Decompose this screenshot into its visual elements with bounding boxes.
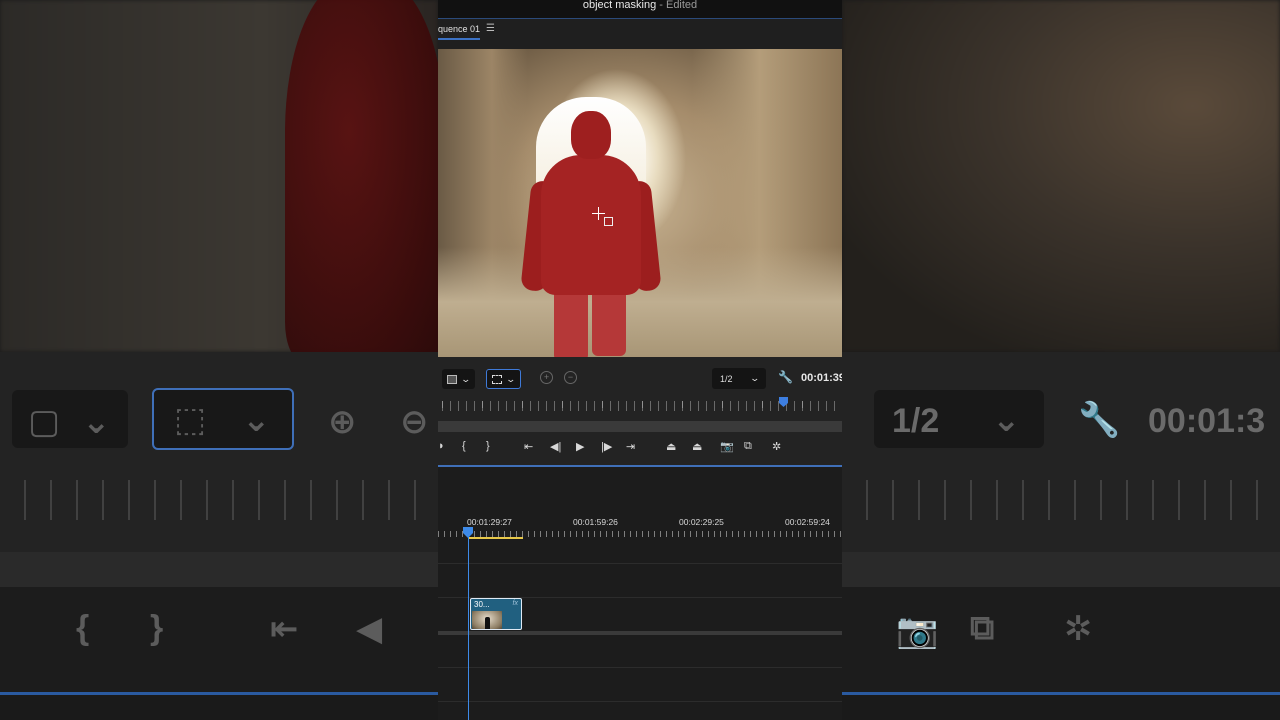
background-transport-left: { } ⇤ ◀ xyxy=(0,587,438,692)
step-back-button[interactable]: ◀| xyxy=(550,440,561,453)
window-title: object masking xyxy=(582,0,657,11)
background-mark-in-icon: { xyxy=(76,609,90,647)
background-scrub-left xyxy=(0,552,438,587)
background-square-icon: ▢ xyxy=(28,403,61,441)
mark-out-button[interactable]: } xyxy=(486,440,490,452)
remove-point-icon[interactable]: − xyxy=(564,371,577,384)
wrench-icon[interactable]: 🔧 xyxy=(778,370,793,384)
monitor-tab-row: quence 01 ☰ xyxy=(438,19,842,49)
background-toolbar-right: 1/2 ⌄ 🔧 00:01:3 xyxy=(842,352,1280,552)
mark-in-button[interactable]: { xyxy=(462,440,466,452)
background-chevron-icon-2: ⌄ xyxy=(242,401,271,439)
chevron-down-icon: ⌄ xyxy=(505,373,517,384)
background-person-left xyxy=(285,0,438,360)
background-wrench-icon: 🔧 xyxy=(1078,401,1121,439)
settings-icon[interactable]: ✲ xyxy=(772,440,781,453)
background-add-point-icon: ⊕ xyxy=(328,403,357,441)
chevron-down-icon: ⌄ xyxy=(460,373,472,384)
background-dashed-square-icon: ⬚ xyxy=(174,401,207,439)
transport-controls: ◗ { } ⇤ ◀| ▶ |▶ ⇥ ⏏ ⏏ 📷 ⧉ ✲ xyxy=(438,437,842,459)
masked-person[interactable] xyxy=(520,111,662,357)
rectangle-selection-icon xyxy=(492,374,502,384)
clip-thumbnail xyxy=(472,611,502,629)
background-compare-icon: ⧉ xyxy=(970,609,995,647)
timecode-label: 00:02:29:25 xyxy=(679,517,724,527)
program-monitor[interactable] xyxy=(438,49,842,357)
video-clip[interactable]: 30... fx xyxy=(470,598,522,630)
background-go-to-in-icon: ⇤ xyxy=(270,610,299,648)
background-ruler-left xyxy=(0,480,438,520)
background-transport-right: 📷 ⧉ ✲ xyxy=(842,587,1280,692)
window-status: - Edited xyxy=(656,0,698,11)
go-to-out-button[interactable]: ⇥ xyxy=(626,440,635,453)
mask-view-dropdown[interactable]: ⌄ xyxy=(442,369,475,389)
person-leg-left xyxy=(554,286,588,357)
background-scrub-right xyxy=(842,552,1280,587)
person-head xyxy=(571,111,611,159)
premiere-panel: object masking - Edited quence 01 ☰ ⌄ ⌄ … xyxy=(438,0,842,720)
go-to-in-button[interactable]: ⇤ xyxy=(524,440,533,453)
track-divider[interactable] xyxy=(438,631,842,635)
background-resolution-text: 1/2 xyxy=(892,402,940,440)
background-chevron-icon: ⌄ xyxy=(82,403,111,441)
tab-sequence[interactable]: quence 01 xyxy=(438,24,481,40)
track-separator xyxy=(438,667,842,668)
marker-icon[interactable]: ◗ xyxy=(438,440,445,452)
timeline-playhead-line xyxy=(468,537,469,720)
background-chevron-icon-3: ⌄ xyxy=(992,401,1021,439)
monitor-scrub-bar[interactable] xyxy=(438,421,842,432)
in-out-range xyxy=(469,537,523,539)
compare-icon[interactable]: ⧉ xyxy=(744,440,752,453)
background-timecode-text: 00:01:3 xyxy=(1148,402,1266,440)
track-separator xyxy=(438,701,842,702)
timeline-timecodes: 00:01:29:27 00:01:59:26 00:02:29:25 00:0… xyxy=(438,517,842,529)
background-blue-line-left xyxy=(0,692,438,695)
background-blue-line-right xyxy=(842,692,1280,695)
panel-menu-icon[interactable]: ☰ xyxy=(486,23,495,34)
selection-cursor-icon xyxy=(592,207,614,229)
video-frame xyxy=(438,49,842,357)
background-camera-icon: 📷 xyxy=(896,612,939,650)
title-bar: object masking - Edited xyxy=(438,0,842,19)
lift-icon[interactable]: ⏏ xyxy=(666,440,676,453)
background-ruler-right xyxy=(842,480,1280,520)
background-step-back-icon: ◀ xyxy=(356,610,383,648)
add-point-icon[interactable]: + xyxy=(540,371,553,384)
fx-badge: fx xyxy=(512,600,518,607)
play-button[interactable]: ▶ xyxy=(576,440,584,453)
playhead-timecode[interactable]: 00:01:39 xyxy=(801,372,842,384)
camera-icon[interactable]: 📷 xyxy=(720,440,734,453)
track-separator xyxy=(438,563,842,564)
timecode-label: 00:01:29:27 xyxy=(467,517,512,527)
clip-name: 30... xyxy=(474,600,490,609)
timecode-label: 00:02:59:24 xyxy=(785,517,830,527)
resolution-value: 1/2 xyxy=(720,374,733,384)
resolution-dropdown[interactable]: 1/2 ⌄ xyxy=(712,368,766,389)
chevron-down-icon: ⌄ xyxy=(749,373,761,383)
timecode-label: 00:01:59:26 xyxy=(573,517,618,527)
background-settings-icon: ✲ xyxy=(1064,610,1093,648)
background-right: 1/2 ⌄ 🔧 00:01:3 📷 ⧉ ✲ xyxy=(842,0,1280,720)
background-video-right xyxy=(842,0,1280,352)
person-leg-right xyxy=(592,286,626,356)
person-body xyxy=(541,155,641,295)
background-mark-out-icon: } xyxy=(150,609,164,647)
selection-tool-dropdown[interactable]: ⌄ xyxy=(486,369,521,389)
extract-icon[interactable]: ⏏ xyxy=(692,440,702,453)
background-toolbar-left: ▢ ⌄ ⬚ ⌄ ⊕ ⊖ xyxy=(0,352,438,552)
step-forward-button[interactable]: |▶ xyxy=(601,440,612,453)
mask-view-icon xyxy=(447,374,457,384)
background-remove-point-icon: ⊖ xyxy=(400,403,429,441)
timeline-panel: 00:01:29:27 00:01:59:26 00:02:29:25 00:0… xyxy=(438,467,842,720)
monitor-controls: ⌄ ⌄ + − 1/2 ⌄ 🔧 00:01:39 ◗ { } ⇤ ◀| ▶ |▶… xyxy=(438,357,842,467)
background-left: ▢ ⌄ ⬚ ⌄ ⊕ ⊖ { } ⇤ ◀ xyxy=(0,0,438,720)
